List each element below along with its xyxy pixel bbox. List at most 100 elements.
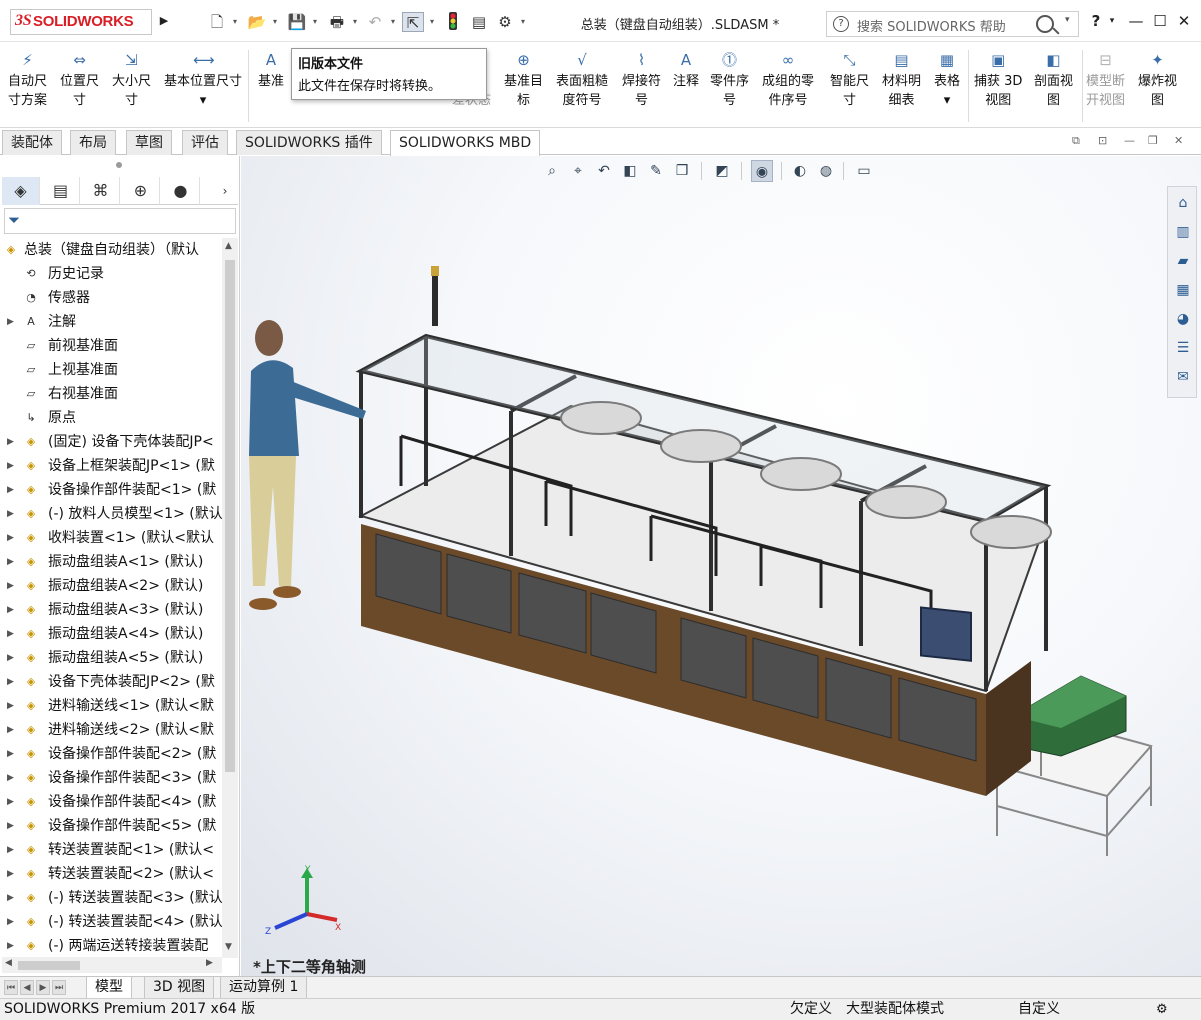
scroll-thumb-horizontal[interactable]	[18, 961, 80, 970]
maximize-icon[interactable]: ☐	[1150, 12, 1170, 30]
tree-node[interactable]: ▶ ◈ 设备操作部件装配<2> (默	[0, 742, 222, 766]
close-icon[interactable]: ✕	[1174, 12, 1194, 30]
dimxpert-tab-icon[interactable]: ⊕	[122, 177, 160, 205]
tree-node[interactable]: ▶ ◈ 进料输送线<1> (默认<默	[0, 694, 222, 718]
tree-filter[interactable]: ⏷	[4, 208, 236, 234]
cmd-stacked-balloon[interactable]: ∞ 成组的零 件序号	[762, 50, 814, 110]
tree-node[interactable]: ↳ 原点	[0, 406, 222, 430]
graphics-area[interactable]: ⌕⌖↶◧✎❒◩◉◐◍▭ ▭	[241, 156, 1201, 976]
expand-chevron-icon[interactable]: ▶	[7, 574, 14, 598]
minimize-icon[interactable]: —	[1126, 12, 1146, 30]
propertymanager-tab-icon[interactable]: ▤	[42, 177, 80, 205]
scroll-right-icon[interactable]: ▶	[206, 958, 213, 968]
cmd-surface-finish[interactable]: √ 表面粗糙 度符号	[556, 50, 608, 110]
tree-horizontal-scrollbar[interactable]: ◀ ▶	[2, 957, 222, 973]
solidworks-resources-icon[interactable]: ⌂	[1171, 191, 1195, 215]
tab-1[interactable]: 装配体	[2, 130, 62, 155]
tab-6[interactable]: SOLIDWORKS MBD	[390, 130, 541, 156]
tree-vertical-scrollbar[interactable]: ▲ ▼	[222, 238, 238, 958]
previous-tab-icon[interactable]: ◀	[20, 980, 34, 995]
file-properties-icon[interactable]: ▤	[468, 12, 490, 32]
expand-chevron-icon[interactable]: ▶	[7, 814, 14, 838]
new-file-icon[interactable]: 🗋	[206, 12, 228, 32]
file-explorer-icon[interactable]: ▰	[1171, 249, 1195, 273]
expand-chevron-icon[interactable]: ▶	[7, 622, 14, 646]
expand-chevron-icon[interactable]: ▶	[7, 886, 14, 910]
tree-node[interactable]: ▶ ◈ 振动盘组装A<2> (默认)	[0, 574, 222, 598]
expand-chevron-icon[interactable]: ▶	[7, 838, 14, 862]
scroll-thumb[interactable]	[225, 260, 235, 772]
expand-chevron-icon[interactable]: ▶	[7, 910, 14, 934]
cmd-smart-dimension[interactable]: ⤡ 智能尺寸	[830, 50, 869, 110]
expand-chevron-icon[interactable]: ▶	[7, 478, 14, 502]
tab-restore-icon[interactable]: ⊡	[1098, 134, 1107, 147]
expand-chevron-icon[interactable]: ▶	[7, 550, 14, 574]
tree-node[interactable]: ▶ ◈ (-) 转送装置装配<4> (默认	[0, 910, 222, 934]
cmd-datum[interactable]: A 基准	[258, 50, 284, 91]
tree-node[interactable]: ▶ ◈ 振动盘组装A<4> (默认)	[0, 622, 222, 646]
expand-chevron-icon[interactable]: ▶	[7, 598, 14, 622]
tree-node[interactable]: ⟲ 历史记录	[0, 262, 222, 286]
tree-node[interactable]: ▱ 右视基准面	[0, 382, 222, 406]
expand-chevron-icon[interactable]: ▶	[7, 742, 14, 766]
cmd-auto-dimension[interactable]: ⚡ 自动尺 寸方案	[8, 50, 47, 110]
tree-node[interactable]: ▶ ◈ 转送装置装配<1> (默认<	[0, 838, 222, 862]
design-library-icon[interactable]: ▥	[1171, 220, 1195, 244]
tree-node[interactable]: ▶ ◈ 进料输送线<2> (默认<默	[0, 718, 222, 742]
cmd-note[interactable]: A 注释	[673, 50, 699, 91]
expand-chevron-icon[interactable]: ▶	[7, 454, 14, 478]
cmd-model-break-view[interactable]: ⊟ 模型断 开视图	[1086, 50, 1125, 110]
first-tab-icon[interactable]: ⏮	[4, 980, 18, 995]
scroll-left-icon[interactable]: ◀	[5, 958, 12, 968]
print-icon[interactable]: 🖶	[326, 12, 348, 32]
custom-properties-icon[interactable]: ☰	[1171, 336, 1195, 360]
cmd-section-view[interactable]: ◧ 剖面视图	[1034, 50, 1073, 110]
new-dropdown-icon[interactable]: ▾	[230, 12, 240, 32]
tree-node[interactable]: ▶ ◈ 设备操作部件装配<3> (默	[0, 766, 222, 790]
scroll-down-icon[interactable]: ▼	[225, 942, 232, 952]
more-tabs-chevron-icon[interactable]: ›	[214, 177, 236, 205]
cmd-capture-3d-view[interactable]: ▣ 捕获 3D 视图	[974, 50, 1022, 110]
tree-node[interactable]: ▶ ◈ 转送装置装配<2> (默认<	[0, 862, 222, 886]
expand-chevron-icon[interactable]: ▶	[7, 694, 14, 718]
tree-node[interactable]: ▶ ◈ 设备下壳体装配JP<2> (默	[0, 670, 222, 694]
tab-2[interactable]: 布局	[70, 130, 116, 155]
expand-chevron-icon[interactable]: ▶	[7, 862, 14, 886]
tree-node[interactable]: ▶ ◈ 设备操作部件装配<5> (默	[0, 814, 222, 838]
tree-node[interactable]: ▶ ◈ (-) 两端运送转接装置装配	[0, 934, 222, 958]
print-dropdown-icon[interactable]: ▾	[350, 12, 360, 32]
tree-node[interactable]: ▶ ◈ 设备操作部件装配<4> (默	[0, 790, 222, 814]
cmd-table[interactable]: ▦ 表格 ▾	[934, 50, 960, 110]
tab-maximize-icon[interactable]: ❐	[1148, 134, 1158, 147]
select-pointer-icon[interactable]: ⇱	[402, 12, 424, 32]
tree-node[interactable]: ◔ 传感器	[0, 286, 222, 310]
tab-5[interactable]: SOLIDWORKS 插件	[236, 130, 382, 155]
rebuild-status-icon[interactable]: ⚙	[1156, 999, 1168, 1020]
save-icon[interactable]: 💾	[286, 12, 308, 32]
tree-node[interactable]: ▶ ◈ (-) 转送装置装配<3> (默认	[0, 886, 222, 910]
open-dropdown-icon[interactable]: ▾	[270, 12, 280, 32]
unit-system[interactable]: 自定义	[1018, 999, 1060, 1020]
tree-node[interactable]: ▶ ◈ 设备上框架装配JP<1> (默	[0, 454, 222, 478]
tree-node[interactable]: ▶ ◈ 振动盘组装A<3> (默认)	[0, 598, 222, 622]
menu-expand-arrow-icon[interactable]: ▶	[158, 12, 170, 30]
search-icon[interactable]	[1036, 15, 1054, 33]
tree-root-assembly[interactable]: ◈ 总装（键盘自动组装）（默认	[0, 238, 222, 262]
search-dropdown-icon[interactable]: ▾	[1065, 15, 1070, 25]
tree-node[interactable]: ▶ ◈ (固定) 设备下壳体装配JP<	[0, 430, 222, 454]
bottom-tab-1[interactable]: 模型	[86, 977, 132, 999]
save-dropdown-icon[interactable]: ▾	[310, 12, 320, 32]
scroll-up-icon[interactable]: ▲	[225, 241, 232, 251]
tab-float-icon[interactable]: ⧉	[1072, 134, 1080, 148]
tree-node[interactable]: ▶ ◈ 振动盘组装A<1> (默认)	[0, 550, 222, 574]
displaymanager-tab-icon[interactable]: ●	[162, 177, 200, 205]
appearances-scenes-icon[interactable]: ◕	[1171, 307, 1195, 331]
tree-node[interactable]: ▶ ◈ 振动盘组装A<5> (默认)	[0, 646, 222, 670]
options-dropdown-icon[interactable]: ▾	[518, 12, 528, 32]
tree-node[interactable]: ▶ ◈ (-) 放料人员模型<1> (默认	[0, 502, 222, 526]
expand-chevron-icon[interactable]: ▶	[7, 310, 14, 334]
cmd-weld-symbol[interactable]: ⌇ 焊接符号	[622, 50, 661, 110]
undo-icon[interactable]: ↶	[364, 12, 386, 32]
pane-grip-handle[interactable]	[116, 162, 122, 168]
help-dropdown-icon[interactable]: ▾	[1102, 16, 1122, 26]
